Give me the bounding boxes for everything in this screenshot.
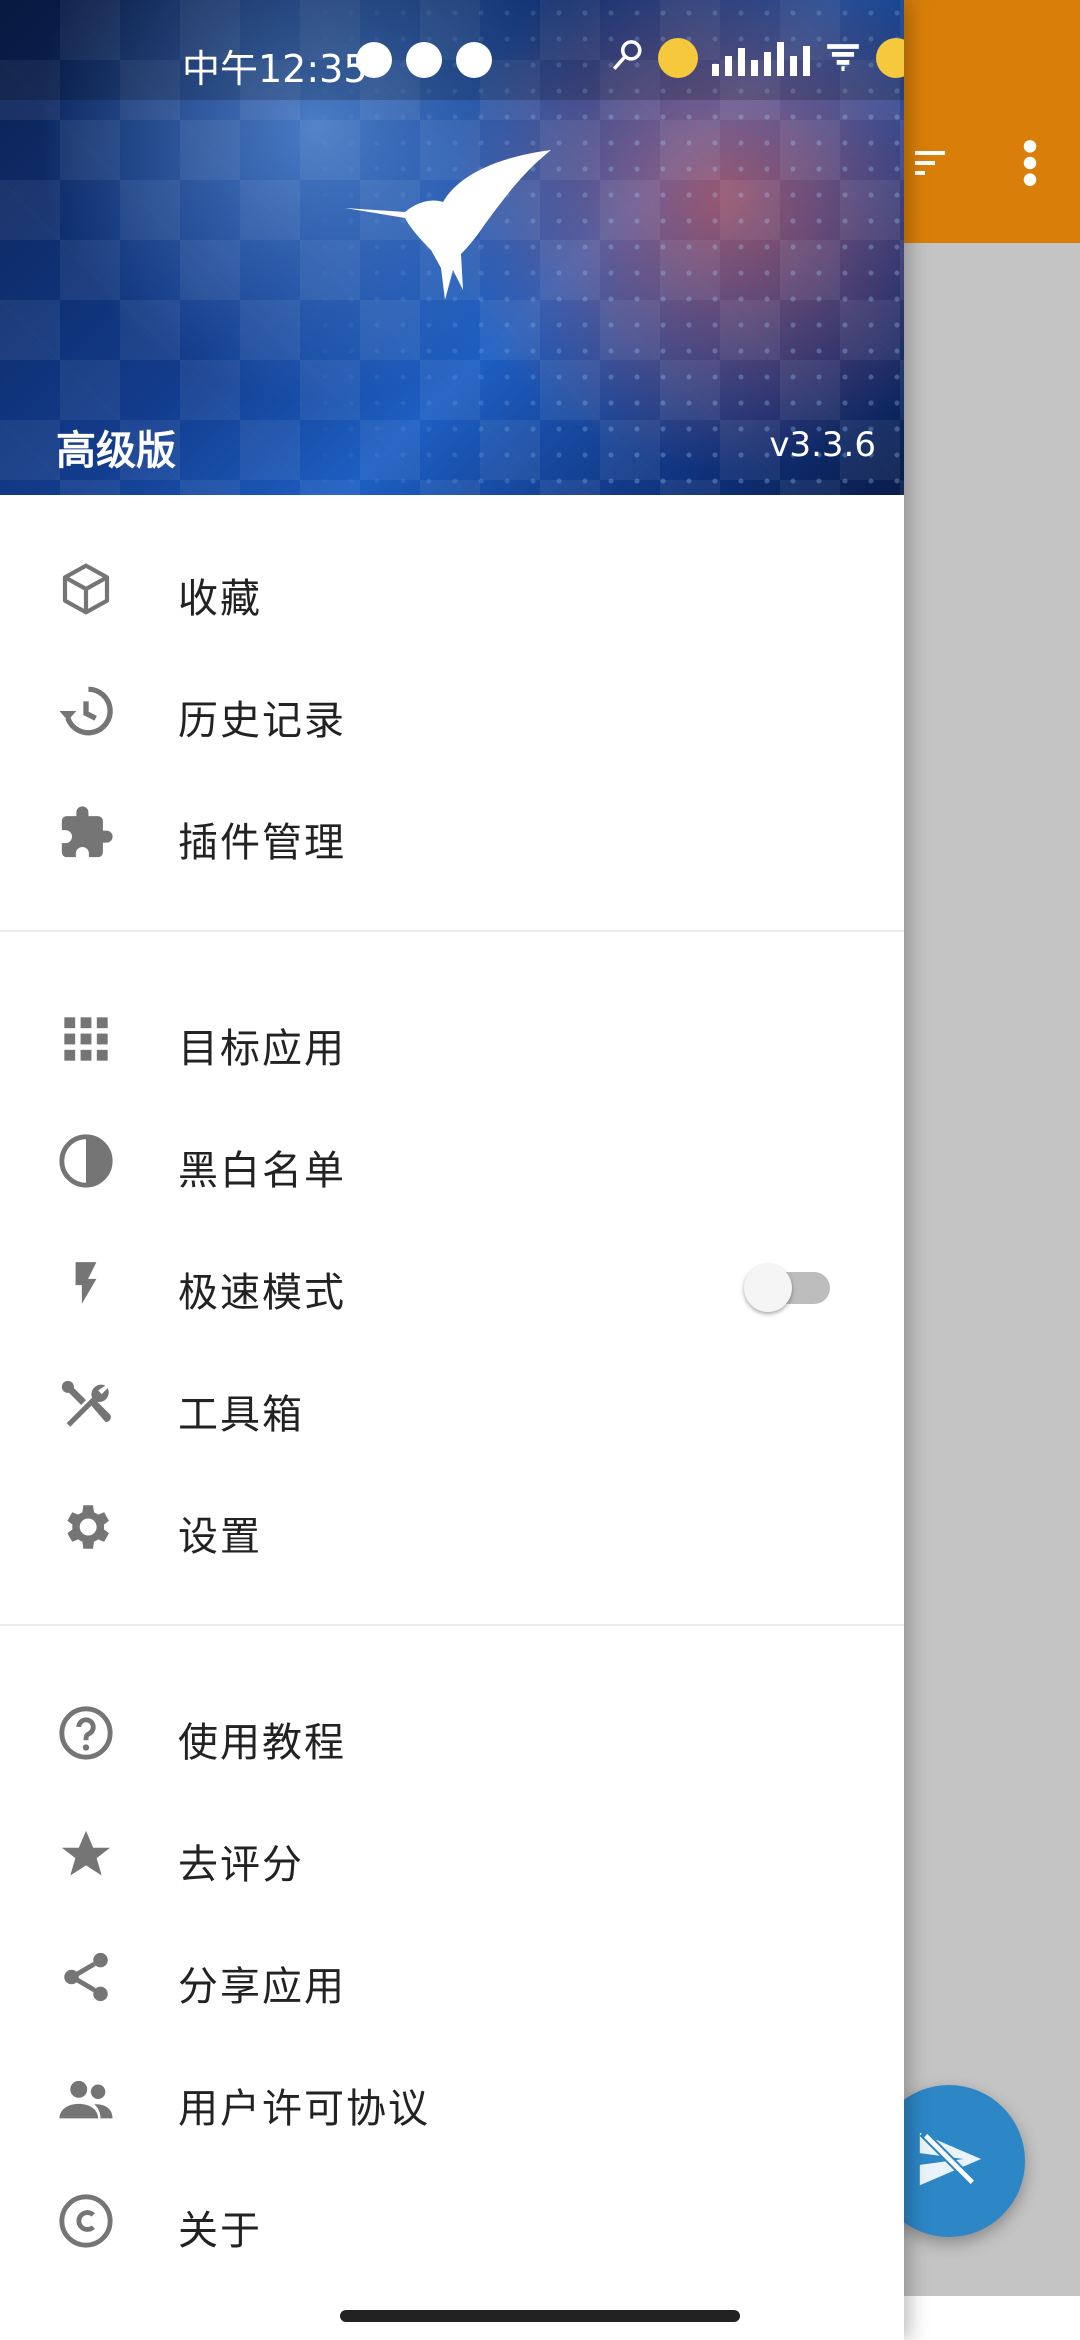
help-icon xyxy=(56,1703,116,1763)
notification-icon xyxy=(406,42,442,78)
menu-item-label: 工具箱 xyxy=(178,1392,304,1438)
menu-item-label: 目标应用 xyxy=(178,1026,346,1072)
drawer-menu: 收藏 历史记录 插件管理 目标应用 黑白名单 极速模式 工具箱 设置 使用教程 … xyxy=(0,495,904,2282)
menu-item-label: 使用教程 xyxy=(178,1720,346,1766)
share-icon xyxy=(56,1947,116,2007)
menu-item-label: 插件管理 xyxy=(178,820,346,866)
drawer-header: 中午12:35 71 xyxy=(0,0,904,495)
home-indicator[interactable] xyxy=(340,2310,740,2322)
menu-item-turbo-mode[interactable]: 极速模式 xyxy=(0,1222,904,1344)
menu-item-history[interactable]: 历史记录 xyxy=(0,650,904,772)
section-divider xyxy=(0,930,904,932)
apps-grid-icon xyxy=(56,1009,116,1069)
menu-item-label: 收藏 xyxy=(178,576,262,622)
hummingbird-logo xyxy=(345,150,551,300)
menu-item-rate[interactable]: 去评分 xyxy=(0,1794,904,1916)
status-bar: 中午12:35 71 xyxy=(0,0,904,100)
sort-icon[interactable] xyxy=(910,143,950,187)
people-icon xyxy=(56,2069,116,2129)
tools-icon xyxy=(56,1375,116,1435)
emoji-icon xyxy=(658,38,698,78)
turbo-mode-toggle[interactable] xyxy=(744,1264,832,1312)
menu-item-share[interactable]: 分享应用 xyxy=(0,1916,904,2038)
edition-label: 高级版 xyxy=(56,428,176,474)
emoji-icon xyxy=(876,38,904,78)
menu-item-blacklist[interactable]: 黑白名单 xyxy=(0,1100,904,1222)
copyright-icon xyxy=(56,2191,116,2251)
menu-item-label: 用户许可协议 xyxy=(178,2086,430,2132)
cube-icon xyxy=(56,559,116,619)
menu-item-label: 分享应用 xyxy=(178,1964,346,2010)
menu-item-label: 关于 xyxy=(178,2208,262,2254)
version-label: v3.3.6 xyxy=(769,425,876,465)
menu-item-tutorial[interactable]: 使用教程 xyxy=(0,1672,904,1794)
paper-plane-off-icon xyxy=(914,2124,984,2198)
notification-icon xyxy=(356,42,392,78)
menu-item-plugins[interactable]: 插件管理 xyxy=(0,772,904,894)
section-divider xyxy=(0,1624,904,1626)
menu-item-favorites[interactable]: 收藏 xyxy=(0,528,904,650)
menu-item-license[interactable]: 用户许可协议 xyxy=(0,2038,904,2160)
wifi-icon xyxy=(824,39,862,77)
menu-item-settings[interactable]: 设置 xyxy=(0,1466,904,1588)
status-time: 中午12:35 xyxy=(182,47,368,91)
menu-item-target-apps[interactable]: 目标应用 xyxy=(0,978,904,1100)
notification-icons xyxy=(356,42,492,78)
menu-item-label: 黑白名单 xyxy=(178,1148,346,1194)
menu-item-label: 去评分 xyxy=(178,1842,304,1888)
gear-icon xyxy=(56,1497,116,1557)
menu-item-label: 历史记录 xyxy=(178,698,346,744)
notification-icon xyxy=(456,42,492,78)
more-options-icon[interactable] xyxy=(1020,138,1040,192)
menu-item-about[interactable]: 关于 xyxy=(0,2160,904,2282)
menu-item-label: 设置 xyxy=(178,1514,262,1560)
flash-icon xyxy=(56,1253,116,1313)
signal-icon xyxy=(712,40,810,76)
status-indicators: 71 xyxy=(610,38,904,78)
menu-item-label: 极速模式 xyxy=(178,1270,346,1316)
star-icon xyxy=(56,1825,116,1885)
menu-item-toolbox[interactable]: 工具箱 xyxy=(0,1344,904,1466)
navigation-drawer: 中午12:35 71 xyxy=(0,0,904,2340)
contrast-icon xyxy=(56,1131,116,1191)
puzzle-icon xyxy=(56,803,116,863)
history-icon xyxy=(56,681,116,741)
key-icon xyxy=(610,39,644,77)
